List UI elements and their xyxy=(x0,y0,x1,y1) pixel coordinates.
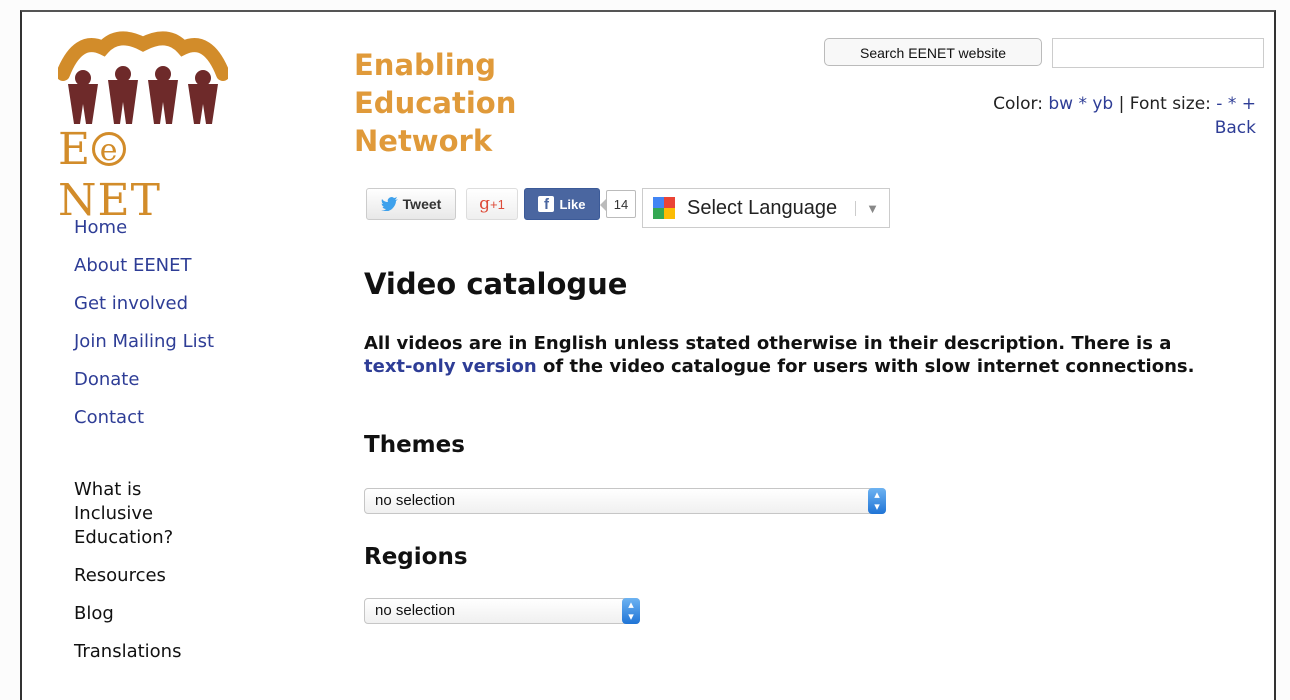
display-preferences: Color: bw * yb | Font size: - * + Back xyxy=(993,92,1256,140)
themes-select[interactable]: no selection ▴ ▾ xyxy=(364,488,886,514)
themes-heading: Themes xyxy=(364,432,465,458)
font-smaller-link[interactable]: - xyxy=(1216,94,1222,114)
logo-wordmark: EeNET xyxy=(58,124,161,226)
nav-item-inclusive-education[interactable]: What is Inclusive Education? xyxy=(74,478,214,550)
eenet-logo[interactable]: EeNET xyxy=(56,26,230,226)
nav-item-blog[interactable]: Blog xyxy=(74,602,214,626)
social-bar: Tweet g +1 f Like 14 Select Language ▼ xyxy=(366,188,890,228)
tweet-button[interactable]: Tweet xyxy=(366,188,456,220)
separator: | xyxy=(1118,94,1125,114)
color-yb-link[interactable]: yb xyxy=(1092,94,1113,114)
nav-item-about[interactable]: About EENET xyxy=(74,254,214,292)
primary-nav: Home About EENET Get involved Join Maili… xyxy=(74,216,214,444)
text-only-version-link[interactable]: text-only version xyxy=(364,356,537,377)
nav-item-donate[interactable]: Donate xyxy=(74,368,214,406)
like-count-badge: 14 xyxy=(600,190,636,218)
nav-item-get-involved[interactable]: Get involved xyxy=(74,292,214,330)
select-arrows-icon: ▴ ▾ xyxy=(622,598,640,624)
color-default-link[interactable]: * xyxy=(1078,94,1087,114)
intro-text: All videos are in English unless stated … xyxy=(364,333,1195,377)
font-larger-link[interactable]: + xyxy=(1242,94,1256,114)
page-frame: EeNET Enabling Education Network Search … xyxy=(20,10,1276,700)
site-title-line: Network xyxy=(354,124,493,158)
search-button[interactable]: Search EENET website xyxy=(824,38,1042,66)
site-title-line: Enabling xyxy=(354,48,497,82)
regions-heading: Regions xyxy=(364,544,468,570)
like-label: Like xyxy=(559,196,586,212)
font-size-label: Font size: xyxy=(1129,94,1211,114)
secondary-nav: What is Inclusive Education? Resources B… xyxy=(74,478,214,678)
regions-select[interactable]: no selection ▴ ▾ xyxy=(364,598,640,624)
twitter-bird-icon xyxy=(380,197,398,211)
page-title: Video catalogue xyxy=(364,267,628,301)
language-select[interactable]: Select Language ▼ xyxy=(642,188,890,228)
select-arrows-icon: ▴ ▾ xyxy=(868,488,886,514)
font-default-link[interactable]: * xyxy=(1228,94,1237,114)
color-label: Color: xyxy=(993,94,1043,114)
facebook-like-button[interactable]: f Like xyxy=(524,188,600,220)
people-figures-icon xyxy=(56,31,230,124)
back-link[interactable]: Back xyxy=(1215,118,1256,138)
nav-item-mailing-list[interactable]: Join Mailing List xyxy=(74,330,214,368)
language-select-label: Select Language xyxy=(687,196,838,219)
chevron-down-icon: ▼ xyxy=(855,200,879,216)
regions-select-value: no selection xyxy=(375,602,456,619)
site-title[interactable]: Enabling Education Network xyxy=(354,46,516,160)
nav-item-resources[interactable]: Resources xyxy=(74,564,214,588)
tweet-label: Tweet xyxy=(402,196,442,212)
google-plus-icon: g xyxy=(479,194,491,214)
color-bw-link[interactable]: bw xyxy=(1048,94,1073,114)
google-plus-button[interactable]: g +1 xyxy=(466,188,518,220)
site-title-line: Education xyxy=(354,86,517,120)
search-input[interactable] xyxy=(1052,38,1264,68)
facebook-icon: f xyxy=(538,196,555,213)
nav-item-translations[interactable]: Translations xyxy=(74,640,214,664)
themes-select-value: no selection xyxy=(375,492,456,509)
google-translate-icon xyxy=(653,197,675,219)
nav-item-contact[interactable]: Contact xyxy=(74,406,214,444)
nav-item-home[interactable]: Home xyxy=(74,216,214,254)
